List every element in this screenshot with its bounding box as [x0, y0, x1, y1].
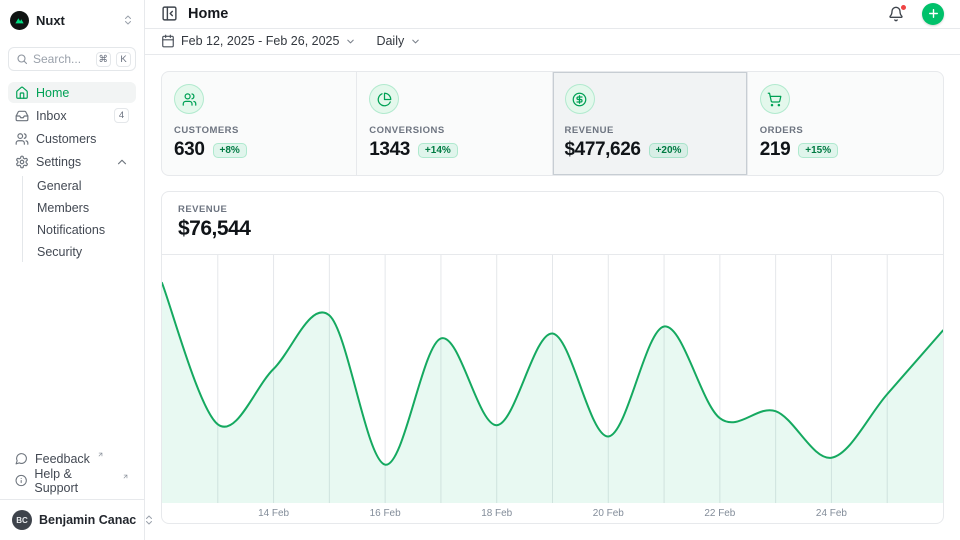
stat-card-revenue[interactable]: REVENUE $477,626 +20%	[553, 72, 748, 175]
main-area: Home Feb 12, 2025 - Feb 26, 2025 Daily	[145, 0, 960, 540]
stat-delta-badge: +8%	[213, 143, 247, 158]
x-axis-tick-label: 16 Feb	[370, 508, 401, 519]
stat-value: 630	[174, 139, 205, 161]
collapse-sidebar-button[interactable]	[161, 5, 178, 22]
chart-pie-icon	[377, 92, 392, 107]
stat-label: REVENUE	[565, 125, 735, 136]
sidebar-item-customers[interactable]: Customers	[8, 128, 136, 149]
stat-card-conversions[interactable]: CONVERSIONS 1343 +14%	[357, 72, 552, 175]
stat-value: 219	[760, 139, 791, 161]
chevron-up-icon	[115, 155, 129, 169]
chat-bubble-icon	[15, 452, 28, 465]
x-axis-tick-label: 18 Feb	[481, 508, 512, 519]
granularity-value: Daily	[376, 34, 404, 48]
stat-card-orders[interactable]: ORDERS 219 +15%	[748, 72, 943, 175]
topbar: Home	[145, 0, 960, 29]
x-axis-tick-label: 20 Feb	[593, 508, 624, 519]
sidebar-item-general[interactable]: General	[37, 176, 136, 196]
stats-row: CUSTOMERS 630 +8% CONVERSIONS 1343 +14%	[161, 71, 944, 176]
chevrons-up-down-icon	[122, 14, 134, 26]
stat-delta-badge: +14%	[418, 143, 458, 158]
chevron-down-icon	[345, 36, 356, 47]
stat-value: $477,626	[565, 139, 641, 161]
filters-toolbar: Feb 12, 2025 - Feb 26, 2025 Daily	[145, 29, 960, 55]
sidebar: Nuxt Search... ⌘ K Home Inbox 4 Cust	[0, 0, 145, 540]
sidebar-item-security[interactable]: Security	[37, 242, 136, 262]
external-link-icon	[122, 473, 129, 480]
x-axis-tick-label: 24 Feb	[816, 508, 847, 519]
help-support-label: Help & Support	[34, 467, 115, 495]
stat-delta-badge: +20%	[649, 143, 689, 158]
feedback-label: Feedback	[35, 452, 90, 466]
chevron-down-icon	[410, 36, 421, 47]
circle-dollar-icon	[572, 92, 587, 107]
stat-delta-badge: +15%	[798, 143, 838, 158]
date-range-value: Feb 12, 2025 - Feb 26, 2025	[181, 34, 339, 48]
content: CUSTOMERS 630 +8% CONVERSIONS 1343 +14%	[145, 55, 960, 540]
stat-card-customers[interactable]: CUSTOMERS 630 +8%	[162, 72, 357, 175]
sidebar-item-inbox[interactable]: Inbox 4	[8, 105, 136, 126]
panel-left-close-icon	[161, 5, 178, 22]
user-name: Benjamin Canac	[39, 513, 136, 527]
stat-value: 1343	[369, 139, 410, 161]
avatar: BC	[12, 510, 32, 530]
external-link-icon	[97, 451, 104, 458]
stat-label: CUSTOMERS	[174, 125, 344, 136]
calendar-icon	[161, 34, 175, 48]
inbox-count-badge: 4	[114, 108, 129, 123]
add-button[interactable]	[922, 3, 944, 25]
home-icon	[15, 86, 29, 100]
gear-icon	[15, 155, 29, 169]
sidebar-item-settings[interactable]: Settings	[8, 151, 136, 172]
user-menu[interactable]: BC Benjamin Canac	[8, 500, 136, 532]
x-axis-tick-label: 14 Feb	[258, 508, 289, 519]
granularity-select[interactable]: Daily	[376, 34, 421, 48]
x-axis-tick-label: 22 Feb	[704, 508, 735, 519]
stat-icon-circle	[565, 84, 595, 114]
sidebar-item-home[interactable]: Home	[8, 82, 136, 103]
users-icon	[182, 92, 197, 107]
stat-label: ORDERS	[760, 125, 931, 136]
sidebar-item-members[interactable]: Members	[37, 198, 136, 218]
notification-dot	[900, 4, 907, 11]
date-range-picker[interactable]: Feb 12, 2025 - Feb 26, 2025	[161, 34, 356, 48]
sidebar-item-label: Home	[36, 86, 69, 100]
kbd-cmd: ⌘	[96, 52, 112, 67]
chart-metric-label: REVENUE	[178, 204, 927, 215]
kbd-k: K	[116, 52, 131, 67]
chart-header: REVENUE $76,544	[162, 192, 943, 255]
sidebar-spacer	[8, 264, 136, 448]
plus-icon	[927, 7, 940, 20]
app-root: Nuxt Search... ⌘ K Home Inbox 4 Cust	[0, 0, 960, 540]
revenue-chart-card: REVENUE $76,544 14 Feb 16 Feb 18 Feb 20 Feb…	[161, 191, 944, 524]
revenue-area-chart[interactable]: 14 Feb 16 Feb 18 Feb 20 Feb 22 Feb 24 Feb	[162, 255, 943, 523]
help-support-link[interactable]: Help & Support	[8, 470, 136, 491]
settings-submenu: General Members Notifications Security	[22, 176, 136, 262]
notifications-button[interactable]	[888, 6, 904, 22]
sidebar-item-label: Customers	[36, 132, 96, 146]
sidebar-item-label: Settings	[36, 155, 81, 169]
sidebar-item-label: Inbox	[36, 109, 67, 123]
stat-icon-circle	[174, 84, 204, 114]
info-icon	[15, 474, 27, 487]
users-icon	[15, 132, 29, 146]
workspace-name: Nuxt	[36, 13, 115, 28]
search-icon	[16, 53, 28, 65]
search-placeholder: Search...	[33, 52, 91, 66]
workspace-selector[interactable]: Nuxt	[8, 0, 136, 40]
stat-icon-circle	[369, 84, 399, 114]
sidebar-nav: Home Inbox 4 Customers Settings General	[8, 82, 136, 264]
chart-metric-value: $76,544	[178, 217, 927, 241]
page-title: Home	[188, 6, 878, 22]
inbox-icon	[15, 109, 29, 123]
search-input[interactable]: Search... ⌘ K	[8, 47, 136, 71]
shopping-cart-icon	[767, 92, 782, 107]
stat-label: CONVERSIONS	[369, 125, 539, 136]
stat-icon-circle	[760, 84, 790, 114]
nuxt-logo-icon	[10, 11, 29, 30]
sidebar-item-notifications[interactable]: Notifications	[37, 220, 136, 240]
chart-canvas: 14 Feb 16 Feb 18 Feb 20 Feb 22 Feb 24 Feb	[162, 255, 943, 523]
